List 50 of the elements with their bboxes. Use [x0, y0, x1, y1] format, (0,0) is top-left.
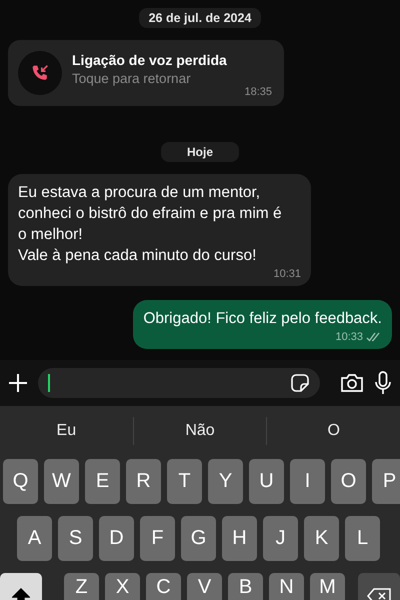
date-separator: 26 de jul. de 2024 — [138, 8, 262, 28]
keyboard-key[interactable]: D — [99, 516, 134, 561]
keyboard-key[interactable]: B — [228, 573, 263, 600]
keyboard-key[interactable]: F — [140, 516, 175, 561]
keyboard-key[interactable]: G — [181, 516, 216, 561]
keyboard-key[interactable]: V — [187, 573, 222, 600]
message-time: 18:35 — [244, 86, 272, 98]
keyboard-key[interactable]: X — [105, 573, 140, 600]
suggestion-item[interactable]: Não — [134, 422, 266, 440]
keyboard-key[interactable]: J — [263, 516, 298, 561]
keyboard-key[interactable]: H — [222, 516, 257, 561]
keyboard-key[interactable]: L — [345, 516, 380, 561]
keyboard-key[interactable]: M — [310, 573, 345, 600]
keyboard-key[interactable]: Z — [64, 573, 99, 600]
keyboard-key[interactable]: A — [17, 516, 52, 561]
shift-icon — [12, 588, 30, 600]
keyboard-key[interactable]: S — [58, 516, 93, 561]
keyboard-key[interactable]: I — [290, 459, 325, 504]
day-separator: Hoje — [160, 142, 239, 162]
message-text: conheci o bistrô do efraim e pra mim é — [18, 204, 283, 224]
backspace-icon — [367, 588, 391, 600]
suggestion-item[interactable]: Eu — [0, 422, 133, 440]
keyboard-key[interactable]: Y — [208, 459, 243, 504]
sticker-icon[interactable] — [290, 373, 310, 393]
keyboard-key[interactable]: E — [85, 459, 120, 504]
microphone-icon[interactable] — [374, 371, 392, 395]
plus-icon[interactable] — [8, 373, 28, 393]
message-text: Vale à pena cada minuto do curso! — [18, 246, 258, 266]
keyboard-key[interactable]: P — [372, 459, 400, 504]
keyboard-key[interactable]: U — [249, 459, 284, 504]
keyboard-key[interactable]: O — [331, 459, 366, 504]
keyboard-key[interactable]: Q — [3, 459, 38, 504]
call-title: Ligação de voz perdida — [72, 52, 227, 68]
message-text: Eu estava a procura de um mentor, — [18, 183, 262, 203]
call-subtitle: Toque para retornar — [72, 71, 192, 86]
keyboard-key[interactable]: R — [126, 459, 161, 504]
keyboard-key[interactable]: K — [304, 516, 339, 561]
message-time: 10:31 — [273, 268, 301, 280]
missed-call-icon — [18, 51, 62, 95]
keyboard-key[interactable]: W — [44, 459, 79, 504]
suggestion-item[interactable]: O — [267, 422, 400, 440]
message-input-field[interactable] — [38, 368, 320, 398]
message-text: o melhor! — [18, 225, 84, 245]
message-time: 10:33 — [335, 331, 363, 343]
missed-call-bubble[interactable]: Ligação de voz perdida Toque para retornar 18:35 — [8, 40, 284, 106]
keyboard-key[interactable]: T — [167, 459, 202, 504]
message-text: Obrigado! Fico feliz pelo feedback. — [143, 309, 382, 329]
keyboard-key[interactable]: C — [146, 573, 181, 600]
keyboard-key[interactable]: N — [269, 573, 304, 600]
camera-icon[interactable] — [340, 373, 364, 393]
